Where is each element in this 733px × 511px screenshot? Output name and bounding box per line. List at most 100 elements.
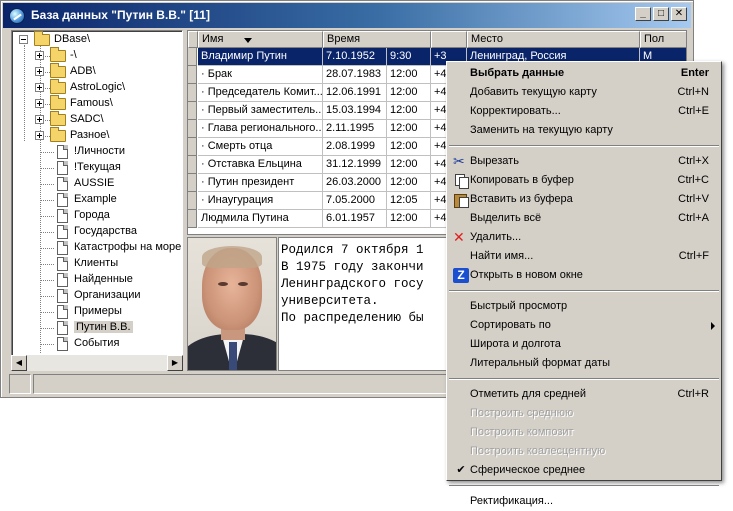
tree-item[interactable]: Разное\ (12, 127, 182, 144)
cell-date: 26.03.2000 (323, 174, 387, 192)
column-header-label: Имя (202, 33, 224, 45)
tree-item[interactable]: -\ (12, 47, 182, 64)
tree-item[interactable]: Найденные (12, 272, 182, 288)
minimize-button[interactable]: _ (635, 7, 651, 21)
menu-item[interactable]: ✂ Вырезать Ctrl+X (449, 152, 719, 171)
menu-item[interactable]: Выделить всё Ctrl+A (449, 209, 719, 228)
tree-item[interactable]: !Текущая (12, 160, 182, 176)
close-button[interactable]: ✕ (671, 7, 687, 21)
tree-root-label: DBase\ (54, 33, 91, 45)
scroll-left-icon[interactable]: ◀ (11, 355, 27, 371)
folder-open-icon (34, 31, 50, 46)
menu-item-label: Широта и долгота (470, 338, 561, 350)
tree-item[interactable]: Катастрофы на море (12, 240, 182, 256)
menu-item[interactable]: Выбрать данные Enter (449, 64, 719, 83)
menu-item[interactable]: Заменить на текущую карту (449, 121, 719, 140)
tree-item[interactable]: Example (12, 192, 182, 208)
tree-item[interactable]: SADC\ (12, 111, 182, 128)
row-indicator[interactable] (188, 84, 197, 102)
expand-toggle-icon[interactable] (35, 67, 44, 76)
row-indicator[interactable] (188, 102, 197, 120)
menu-item-label: Построить коалесцентную (470, 445, 606, 457)
column-header-tz[interactable] (431, 31, 467, 48)
row-indicator[interactable] (188, 120, 197, 138)
tree-item[interactable]: Famous\ (12, 95, 182, 112)
tree-item[interactable]: !Личности (12, 144, 182, 160)
tree-item[interactable]: Государства (12, 224, 182, 240)
document-icon (57, 257, 68, 271)
row-indicator[interactable] (188, 174, 197, 192)
tree-item[interactable]: AstroLogic\ (12, 79, 182, 96)
cell-time: 12:00 (387, 174, 431, 192)
row-indicator[interactable] (188, 156, 197, 174)
database-tree[interactable]: DBase\ -\ ADB\ AstroLogic\ Famous\ SADC\ Разн… (11, 30, 183, 368)
menu-item[interactable]: Найти имя... Ctrl+F (449, 247, 719, 266)
menu-item: Построить среднюю (449, 404, 719, 423)
document-icon (57, 337, 68, 351)
scissors-icon: ✂ (453, 153, 465, 169)
folder-icon (50, 63, 66, 78)
row-indicator[interactable] (188, 138, 197, 156)
folder-icon (50, 47, 66, 62)
menu-item[interactable]: Отметить для средней Ctrl+R (449, 385, 719, 404)
expand-toggle-icon[interactable] (35, 99, 44, 108)
menu-item[interactable]: Сортировать по (449, 316, 719, 335)
tree-item[interactable]: Примеры (12, 304, 182, 320)
maximize-button[interactable]: □ (653, 7, 669, 21)
menu-item[interactable]: Литеральный формат даты (449, 354, 719, 373)
menu-item[interactable]: Корректировать... Ctrl+E (449, 102, 719, 121)
collapse-toggle-icon[interactable] (19, 35, 28, 44)
row-indicator[interactable] (188, 192, 197, 210)
tree-item-label: События (74, 337, 120, 349)
menu-item[interactable]: ✔ Сферическое среднее (449, 461, 719, 480)
row-indicator[interactable] (188, 210, 197, 228)
tree-item-label: AstroLogic\ (70, 81, 126, 93)
tree-item[interactable]: ADB\ (12, 63, 182, 80)
menu-item-label: Быстрый просмотр (470, 300, 568, 312)
tree-horizontal-scrollbar[interactable]: ◀ ▶ (11, 355, 183, 371)
tree-item[interactable]: AUSSIE (12, 176, 182, 192)
folder-icon (50, 79, 66, 94)
menu-item[interactable]: Копировать в буфер Ctrl+C (449, 171, 719, 190)
expand-toggle-icon[interactable] (35, 131, 44, 140)
menu-item[interactable]: Z Открыть в новом окне (449, 266, 719, 285)
folder-icon (50, 127, 66, 142)
tree-item[interactable]: События (12, 336, 182, 352)
tree-root[interactable]: DBase\ (12, 31, 182, 48)
cell-date: 2.11.1995 (323, 120, 387, 138)
cell-name: Владимир Путин (198, 48, 323, 66)
menu-item[interactable]: Добавить текущую карту Ctrl+N (449, 83, 719, 102)
menu-item[interactable]: Быстрый просмотр (449, 297, 719, 316)
menu-item[interactable]: ✕ Удалить... (449, 228, 719, 247)
menu-item-label: Построить среднюю (470, 407, 574, 419)
column-header-place[interactable]: Место (467, 31, 640, 48)
tree-item[interactable]: Города (12, 208, 182, 224)
tree-item-label: !Текущая (74, 161, 121, 173)
tree-item-label: Example (74, 193, 117, 205)
tree-item[interactable]: Путин В.В. (12, 320, 182, 336)
menu-item[interactable]: Широта и долгота (449, 335, 719, 354)
tree-item-label: Примеры (74, 305, 122, 317)
menu-item-label: Копировать в буфер (470, 174, 574, 186)
expand-toggle-icon[interactable] (35, 51, 44, 60)
row-indicator[interactable] (188, 48, 197, 66)
expand-toggle-icon[interactable] (35, 115, 44, 124)
context-menu: Выбрать данные Enter Добавить текущую карт… (446, 61, 722, 507)
column-header-time[interactable]: Время (323, 31, 431, 48)
document-icon (57, 305, 68, 319)
menu-item[interactable]: Вставить из буфера Ctrl+V (449, 190, 719, 209)
cell-date: 31.12.1999 (323, 156, 387, 174)
title-bar[interactable]: База данных "Путин В.В." [11] _ □ ✕ (3, 3, 691, 28)
tree-item-label: Famous\ (70, 97, 113, 109)
menu-separator (449, 485, 719, 487)
row-indicator[interactable] (188, 66, 197, 84)
menu-item[interactable]: Ректификация... (449, 492, 719, 511)
column-header-sex[interactable]: Пол (640, 31, 686, 48)
tree-item[interactable]: Организации (12, 288, 182, 304)
scroll-right-icon[interactable]: ▶ (167, 355, 183, 371)
tree-item[interactable]: Клиенты (12, 256, 182, 272)
expand-toggle-icon[interactable] (35, 83, 44, 92)
menu-item-label: Открыть в новом окне (470, 269, 583, 281)
menu-item-label: Корректировать... (470, 105, 561, 117)
column-header-name[interactable]: Имя (198, 31, 323, 48)
